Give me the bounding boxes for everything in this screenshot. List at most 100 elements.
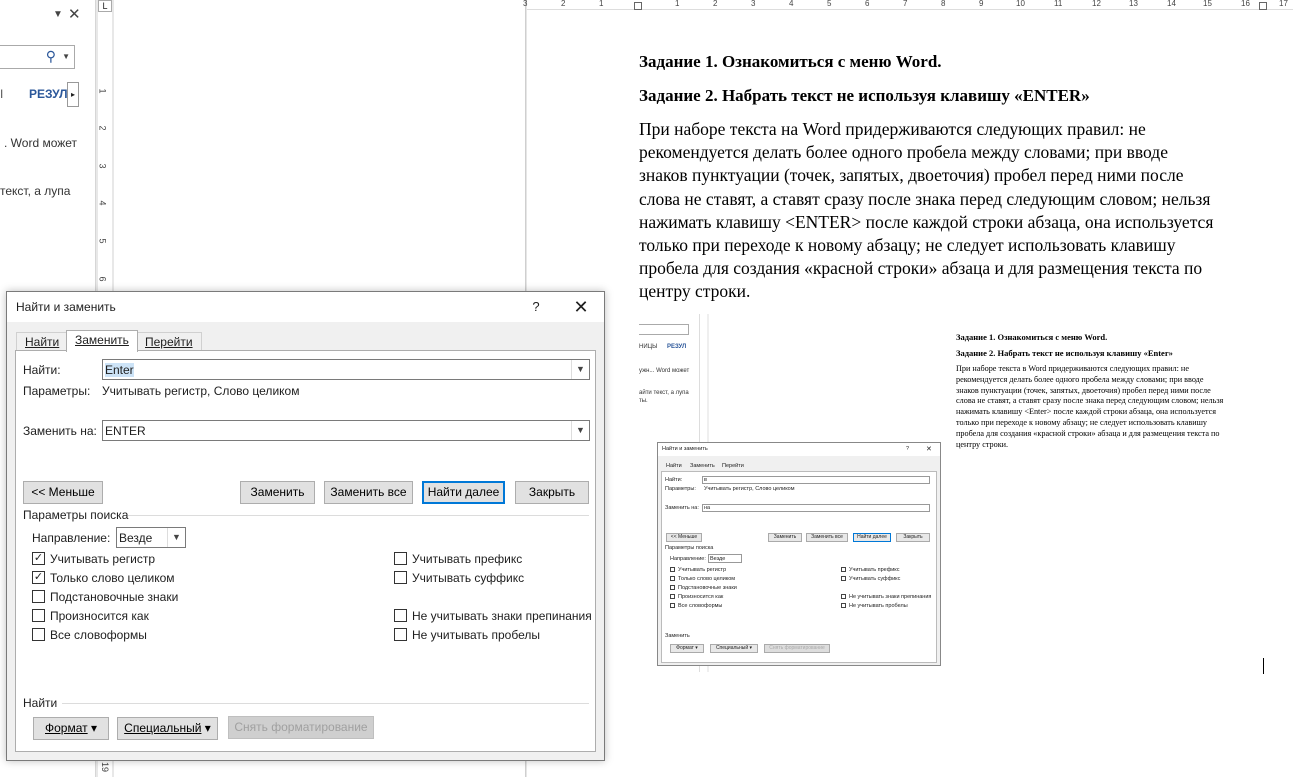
- embedded-replace-label: Заменить на:: [665, 505, 699, 511]
- special-button[interactable]: Специальный ▾: [117, 717, 218, 740]
- embedded-option: Учитывать суффикс: [849, 576, 901, 582]
- find-input[interactable]: Enter ▼: [102, 359, 590, 380]
- pane-options-chevron-down-icon[interactable]: ▼: [53, 9, 63, 20]
- replace-input[interactable]: ENTER ▼: [102, 420, 590, 441]
- ruler-number: 2: [97, 125, 108, 131]
- horizontal-ruler[interactable]: 3 2 1 1 2 3 4 5 6 7 8 9 10 11 12 13 14 1…: [523, 0, 1293, 10]
- embedded-find-next-button: Найти далее: [853, 533, 891, 542]
- pane-close-icon[interactable]: ✕: [68, 5, 81, 23]
- embedded-paragraph-line: центру строки.: [956, 439, 1009, 449]
- indent-marker[interactable]: [634, 2, 642, 10]
- format-button[interactable]: Формат ▾: [33, 717, 109, 740]
- help-icon[interactable]: ?: [525, 296, 547, 318]
- paragraph-line[interactable]: нажимать клавишу <ENTER> после каждой ст…: [639, 211, 1265, 234]
- search-icon[interactable]: ⚲: [46, 48, 56, 65]
- embedded-tab: Найти: [666, 463, 682, 469]
- right-indent-marker[interactable]: [1259, 2, 1267, 10]
- replace-button[interactable]: Заменить: [240, 481, 315, 504]
- find-next-button[interactable]: Найти далее: [422, 481, 505, 504]
- whole-word-checkbox[interactable]: ✓: [32, 571, 45, 584]
- format-button-label: Формат: [45, 721, 88, 735]
- paragraph-line[interactable]: знаков пунктуации (точек, запятых, двоет…: [639, 164, 1265, 187]
- paragraph-line[interactable]: рекомендуется делать более одного пробел…: [639, 141, 1265, 164]
- embedded-paragraph-line: слова не ставят, а ставят сразу после зн…: [956, 396, 1224, 406]
- chevron-down-icon[interactable]: ▼: [571, 421, 589, 440]
- tab-selector[interactable]: L: [98, 0, 112, 12]
- embedded-less-button: << Меньше: [666, 533, 702, 542]
- all-forms-checkbox[interactable]: [32, 628, 45, 641]
- chevron-down-icon[interactable]: ▼: [167, 528, 185, 547]
- document-heading[interactable]: Задание 2. Набрать текст не используя кл…: [639, 86, 1090, 106]
- ignore-punctuation-label[interactable]: Не учитывать знаки препинания: [412, 609, 592, 623]
- suffix-label[interactable]: Учитывать суффикс: [412, 571, 524, 585]
- embedded-nav-tab: РЕЗУЛ: [667, 344, 687, 350]
- tab-replace-label: Заменить: [75, 333, 129, 347]
- prefix-label[interactable]: Учитывать префикс: [412, 552, 522, 566]
- embedded-nav-text: ты.: [639, 398, 648, 404]
- ruler-number: 8: [941, 0, 946, 8]
- tab-panel-replace: Найти: Enter ▼ Параметры: Учитывать реги…: [15, 350, 596, 752]
- direction-select[interactable]: Везде ▼: [116, 527, 186, 548]
- ruler-number: 1: [97, 88, 108, 94]
- nav-tab-pages[interactable]: I: [0, 87, 3, 101]
- prefix-checkbox[interactable]: [394, 552, 407, 565]
- paragraph-line[interactable]: пробела для создания «красной строки» аб…: [639, 257, 1265, 280]
- tabs-scroll-right-chevron-right-icon[interactable]: ▸: [67, 82, 79, 107]
- embedded-close-icon: ✕: [926, 446, 932, 453]
- paragraph-line[interactable]: слова не ставят, а ставят сразу после зн…: [639, 188, 1265, 211]
- ruler-number: 1: [675, 0, 680, 8]
- embedded-option: Произносится как: [678, 594, 724, 600]
- whole-word-label[interactable]: Только слово целиком: [50, 571, 175, 585]
- ruler-number: 3: [751, 0, 756, 8]
- embedded-clear-format-button: Снять форматирование: [764, 644, 830, 653]
- chevron-down-icon[interactable]: ▼: [571, 360, 589, 379]
- find-input-value: Enter: [105, 363, 134, 377]
- dialog-titlebar[interactable]: Найти и заменить ? ✕: [7, 292, 604, 322]
- embedded-paragraph-line: нажимать клавишу <Enter> после каждой ст…: [956, 407, 1217, 417]
- ignore-spaces-checkbox[interactable]: [394, 628, 407, 641]
- replace-all-button[interactable]: Заменить все: [324, 481, 413, 504]
- ruler-number: 13: [1129, 0, 1138, 8]
- less-button[interactable]: << Меньше: [23, 481, 103, 504]
- ruler-number: 7: [903, 0, 908, 8]
- paragraph-line[interactable]: центру строки.: [639, 280, 1265, 303]
- sounds-like-checkbox[interactable]: [32, 609, 45, 622]
- nav-result-text: текст, а лупа: [0, 184, 71, 198]
- ruler-number: 3: [97, 163, 108, 169]
- nav-search-input[interactable]: ⚲ ▼: [0, 45, 75, 69]
- close-button[interactable]: Закрыть: [515, 481, 589, 504]
- all-forms-label[interactable]: Все словоформы: [50, 628, 147, 642]
- paragraph-line[interactable]: При наборе текста на Word придерживаются…: [639, 118, 1265, 141]
- embedded-document-heading: Задание 1. Ознакомиться с меню Word.: [956, 332, 1108, 342]
- direction-value: Везде: [119, 531, 153, 545]
- ruler-number: 19: [100, 761, 111, 773]
- document-heading[interactable]: Задание 1. Ознакомиться с меню Word.: [639, 52, 942, 72]
- close-icon[interactable]: ✕: [569, 296, 593, 318]
- wildcards-checkbox[interactable]: [32, 590, 45, 603]
- document-paragraph[interactable]: При наборе текста на Word придерживаются…: [639, 118, 1265, 304]
- embedded-special-button: Специальный ▾: [710, 644, 758, 653]
- ruler-number: 6: [865, 0, 870, 8]
- ruler-number: 5: [97, 238, 108, 244]
- ignore-spaces-label[interactable]: Не учитывать пробелы: [412, 628, 540, 642]
- tab-replace[interactable]: Заменить: [66, 330, 138, 352]
- tab-find[interactable]: Найти: [16, 332, 69, 351]
- embedded-paragraph-line: пробела для создания «красной строки» аб…: [956, 428, 1220, 438]
- search-options-dropdown-icon[interactable]: ▼: [62, 52, 70, 61]
- embedded-paragraph-line: знаков пунктуации (точек, запятых, двоет…: [956, 385, 1211, 395]
- suffix-checkbox[interactable]: [394, 571, 407, 584]
- nav-tab-results[interactable]: РЕЗУЛ: [29, 87, 68, 101]
- embedded-screenshot-image[interactable]: НИЦЫ РЕЗУЛ ужн... Word может айти текст,…: [639, 314, 941, 672]
- paragraph-line[interactable]: только при переходе к новому абзацу; не …: [639, 234, 1265, 257]
- tab-goto[interactable]: Перейти: [136, 332, 202, 351]
- ruler-number: 15: [1203, 0, 1212, 8]
- embedded-tab: Перейти: [722, 463, 744, 469]
- match-case-label[interactable]: Учитывать регистр: [50, 552, 155, 566]
- wildcards-label[interactable]: Подстановочные знаки: [50, 590, 178, 604]
- match-case-checkbox[interactable]: ✓: [32, 552, 45, 565]
- sounds-like-label[interactable]: Произносится как: [50, 609, 149, 623]
- embedded-option: Учитывать префикс: [849, 567, 900, 573]
- embedded-option: Не учитывать знаки препинания: [849, 594, 932, 600]
- tab-find-label: Найти: [25, 335, 60, 349]
- ignore-punctuation-checkbox[interactable]: [394, 609, 407, 622]
